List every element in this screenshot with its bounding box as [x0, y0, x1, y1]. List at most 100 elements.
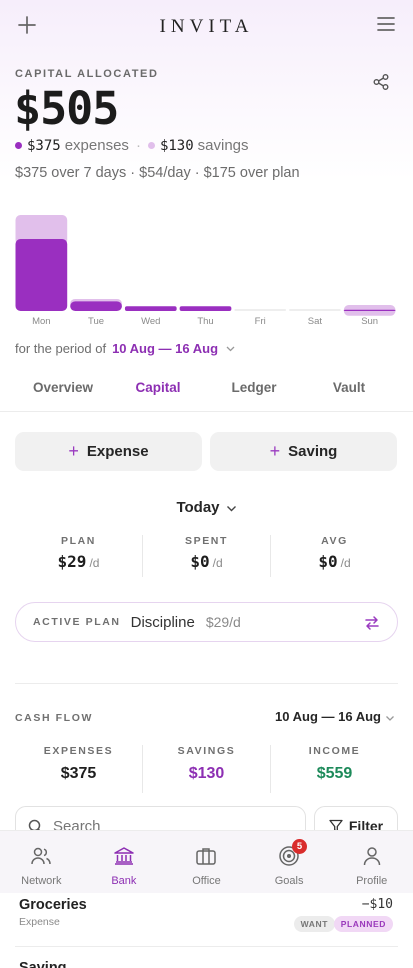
savings-word: savings [197, 137, 249, 154]
day-label: Thu [197, 316, 213, 327]
avg-stat-amount: $0 [318, 552, 338, 571]
share-icon[interactable] [372, 73, 390, 91]
app-title: INVITA [159, 16, 254, 37]
period-prefix: for the period of [15, 341, 107, 356]
nav-item-bank[interactable]: Bank [83, 831, 166, 893]
savings-dot [147, 142, 155, 149]
cash-flow-expenses: EXPENSES $375 [15, 745, 142, 793]
nav-item-network[interactable]: Network [0, 831, 83, 893]
planned-tag: PLANNED [333, 916, 393, 932]
nav-item-office[interactable]: Office [165, 831, 248, 893]
expenses-bar [343, 309, 396, 311]
capital-amount: $505 [14, 82, 119, 135]
nav-item-goals[interactable]: 5 Goals [248, 831, 331, 893]
tab-ledger[interactable]: Ledger [204, 380, 304, 395]
cash-flow-savings-value: $130 [188, 765, 225, 782]
add-expense-label: Expense [86, 443, 149, 460]
ledger-row[interactable]: Groceries Expense −$10 WANT PLANNED [19, 897, 395, 945]
cash-flow-income-value: $559 [316, 765, 353, 782]
spent-stat-amount: $0 [190, 552, 210, 571]
expenses-bar [70, 301, 122, 311]
app-screen: INVITA CAPITAL ALLOCATED $505 $375 expen… [0, 0, 413, 968]
plus-icon: + [269, 441, 281, 461]
chevron-down-icon [226, 505, 236, 512]
expenses-bar [124, 306, 177, 311]
cash-flow-income-label: INCOME [308, 745, 361, 757]
avg-stat-unit: /d [340, 556, 351, 570]
cash-flow-stats: EXPENSES $375 SAVINGS $130 INCOME $559 [15, 745, 398, 793]
spent-stat-unit: /d [212, 556, 223, 570]
menu-icon[interactable] [377, 16, 395, 32]
day-label: Fri [255, 316, 266, 327]
day-label: Sat [308, 316, 323, 327]
tab-capital[interactable]: Capital [108, 380, 208, 395]
active-plan-rate: $29/d [205, 614, 241, 630]
ledger-row-title: Groceries [19, 897, 87, 913]
want-tag: WANT [293, 916, 335, 932]
add-expense-button[interactable]: + Expense [15, 432, 202, 471]
row-divider [15, 946, 398, 947]
weekly-bar-chart: Mon Tue Wed Thu Fri Sat Sun [15, 215, 396, 327]
capital-summary: $375 over 7 days · $54/day · $175 over p… [15, 165, 300, 181]
plan-stat-unit: /d [89, 556, 100, 570]
bank-icon [114, 847, 134, 865]
avg-stat: AVG $0/d [270, 535, 398, 577]
cash-flow-expenses-value: $375 [60, 765, 97, 782]
notification-badge: 5 [292, 839, 308, 854]
capital-legend: $375 expenses · $130 savings [15, 137, 249, 154]
add-saving-label: Saving [288, 443, 338, 460]
period-selector[interactable]: for the period of 10 Aug — 16 Aug [15, 341, 235, 356]
spent-stat-value: $0/d [143, 552, 270, 571]
nav-item-profile[interactable]: Profile [330, 831, 413, 893]
day-label: Tue [88, 316, 104, 327]
day-label: Wed [141, 316, 160, 327]
avg-stat-value: $0/d [271, 552, 398, 571]
nav-label: Network [21, 875, 62, 887]
briefcase-icon [196, 848, 217, 865]
cash-flow-expenses-label: EXPENSES [43, 745, 114, 757]
savings-amount: $130 [159, 137, 194, 154]
plan-stat-label: PLAN [61, 535, 96, 547]
people-icon [31, 847, 52, 865]
nav-label: Office [192, 875, 221, 887]
day-label: Mon [32, 316, 50, 327]
swap-icon[interactable] [363, 614, 381, 632]
person-icon [363, 847, 380, 866]
tab-vault[interactable]: Vault [299, 380, 399, 395]
empty-bar [234, 309, 287, 311]
today-selector[interactable]: Today [0, 499, 413, 516]
nav-label: Profile [356, 875, 388, 887]
tab-bar: Overview Capital Ledger Vault [0, 372, 413, 412]
plan-stat-value: $29/d [15, 552, 142, 571]
plan-stat-amount: $29 [57, 552, 87, 571]
cash-flow-label: CASH FLOW [15, 712, 93, 724]
active-plan-name: Discipline [130, 613, 195, 631]
chevron-down-icon [386, 715, 394, 721]
active-plan-label: ACTIVE PLAN [33, 616, 121, 628]
expenses-dot [15, 142, 22, 149]
spent-stat-label: SPENT [184, 535, 228, 547]
avg-stat-label: AVG [321, 535, 348, 547]
period-range[interactable]: 10 Aug — 16 Aug [112, 341, 218, 356]
expenses-amount: $375 [27, 137, 61, 154]
section-divider [15, 683, 398, 684]
tab-overview[interactable]: Overview [13, 380, 113, 395]
ledger-row-amount: −$10 [361, 897, 393, 912]
spent-stat: SPENT $0/d [142, 535, 270, 577]
add-saving-button[interactable]: + Saving [210, 432, 397, 471]
today-label: Today [176, 499, 220, 516]
cash-flow-savings-label: SAVINGS [177, 745, 236, 757]
active-plan-card[interactable]: ACTIVE PLAN Discipline $29/d [15, 602, 398, 642]
plus-icon: + [68, 441, 79, 461]
cash-flow-income: INCOME $559 [270, 745, 398, 793]
legend-separator: · [135, 137, 141, 154]
day-label: Sun [361, 316, 378, 327]
capital-label: CAPITAL ALLOCATED [15, 68, 159, 80]
cash-flow-range-text: 10 Aug — 16 Aug [275, 709, 381, 724]
ledger-row-title[interactable]: Saving [19, 960, 67, 968]
top-bar: INVITA [0, 0, 413, 52]
cash-flow-savings: SAVINGS $130 [142, 745, 270, 793]
daily-stats: PLAN $29/d SPENT $0/d AVG $0/d [15, 535, 398, 577]
chevron-down-icon [226, 346, 235, 352]
cash-flow-range[interactable]: 10 Aug — 16 Aug [275, 709, 395, 724]
